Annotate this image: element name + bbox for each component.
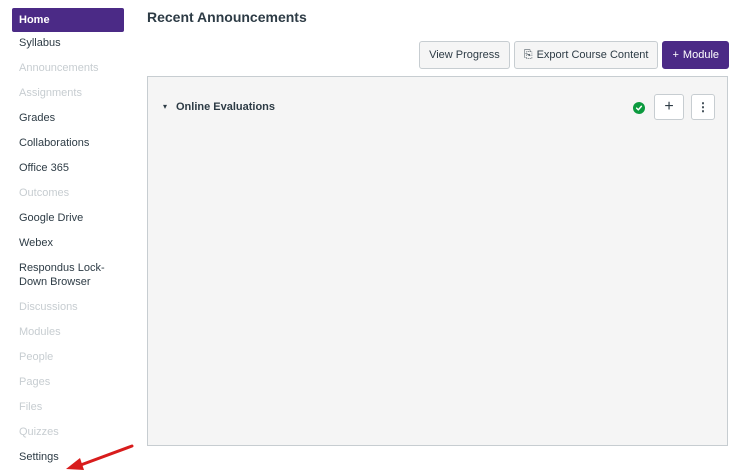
export-course-content-button[interactable]: ⎘ Export Course Content	[513, 41, 659, 69]
nav-grades[interactable]: Grades	[12, 111, 124, 125]
collapse-icon[interactable]: ▾	[163, 102, 167, 111]
export-icon: ⎘	[523, 48, 533, 61]
nav-announcements[interactable]: Announcements	[12, 61, 124, 75]
plus-icon: +	[664, 98, 674, 115]
nav-modules[interactable]: Modules	[12, 325, 124, 339]
add-item-button[interactable]: +	[654, 94, 684, 120]
red-arrow-annotation	[66, 444, 134, 470]
module-container: ▾ Online Evaluations + ⋮	[147, 76, 728, 446]
view-progress-button[interactable]: View Progress	[419, 41, 510, 69]
module-options-button[interactable]: ⋮	[691, 94, 715, 120]
plus-icon: +	[672, 49, 679, 61]
nav-home[interactable]: Home	[12, 8, 124, 32]
nav-syllabus[interactable]: Syllabus	[12, 36, 124, 50]
module-header: ▾ Online Evaluations + ⋮	[148, 77, 727, 141]
nav-collaborations[interactable]: Collaborations	[12, 136, 124, 150]
nav-outcomes[interactable]: Outcomes	[12, 186, 124, 200]
module-toolbar: View Progress ⎘ Export Course Content + …	[419, 41, 729, 69]
add-module-button[interactable]: + Module	[662, 41, 729, 69]
nav-people[interactable]: People	[12, 350, 124, 364]
add-module-label: Module	[682, 49, 719, 61]
course-navigation: Home Syllabus Announcements Assignments …	[12, 8, 124, 464]
kebab-icon: ⋮	[697, 100, 709, 114]
nav-discussions[interactable]: Discussions	[12, 300, 124, 314]
nav-pages[interactable]: Pages	[12, 375, 124, 389]
view-progress-label: View Progress	[429, 49, 500, 61]
nav-google-drive[interactable]: Google Drive	[12, 211, 124, 225]
nav-webex[interactable]: Webex	[12, 236, 124, 250]
nav-respondus-lockdown-browser[interactable]: Respondus Lock- Down Browser	[12, 261, 124, 289]
module-title: Online Evaluations	[176, 101, 276, 113]
nav-files[interactable]: Files	[12, 400, 124, 414]
export-course-content-label: Export Course Content	[536, 49, 649, 61]
nav-quizzes[interactable]: Quizzes	[12, 425, 124, 439]
page-title: Recent Announcements	[147, 9, 307, 25]
nav-assignments[interactable]: Assignments	[12, 86, 124, 100]
nav-office-365[interactable]: Office 365	[12, 161, 124, 175]
check-icon[interactable]	[633, 102, 645, 114]
